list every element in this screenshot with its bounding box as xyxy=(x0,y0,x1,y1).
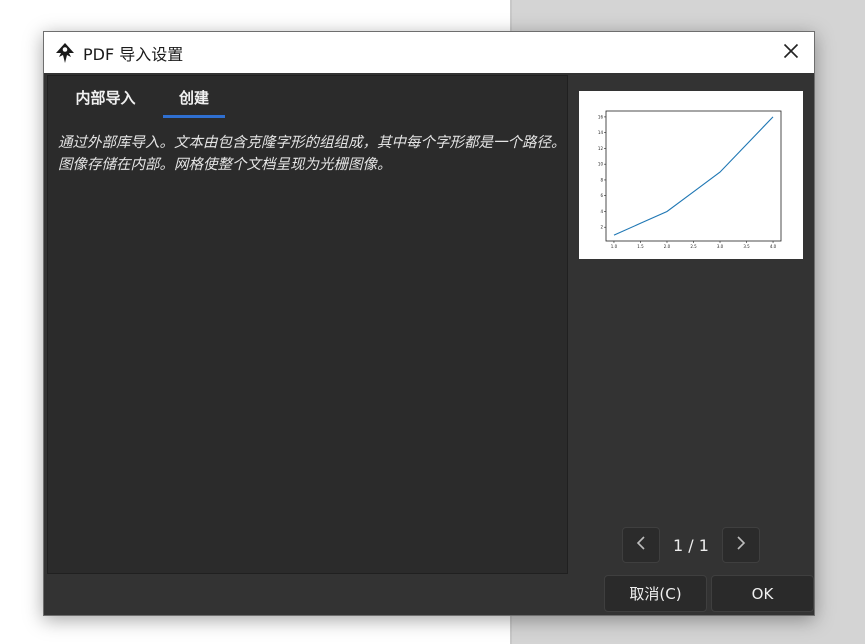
tab-bar: 内部导入 创建 xyxy=(48,76,567,118)
y-tick-label: 10 xyxy=(598,162,604,167)
chevron-right-icon xyxy=(735,535,747,555)
y-tick-label: 4 xyxy=(600,209,603,214)
import-options-panel: 内部导入 创建 通过外部库导入。文本由包含克隆字形的组组成，其中每个字形都是一个… xyxy=(47,75,568,574)
tab-label: 内部导入 xyxy=(75,88,136,107)
tab-internal-import[interactable]: 内部导入 xyxy=(48,76,163,118)
tab-label: 创建 xyxy=(178,88,209,107)
y-tick-label: 6 xyxy=(600,193,603,198)
x-tick-label: 3.5 xyxy=(743,244,750,249)
inkscape-icon xyxy=(54,42,76,64)
x-tick-label: 2.5 xyxy=(690,244,697,249)
close-icon xyxy=(783,43,799,63)
preview-chart: 1.0 1.5 2.0 2.5 3.0 3.5 4.0 2 4 6 8 10 12 14 16 xyxy=(598,110,782,249)
pdf-import-dialog: PDF 导入设置 内部导入 创建 通过外部库导入。文本由包含克隆字形的组组成，其… xyxy=(43,31,815,616)
cancel-button[interactable]: 取消(C) xyxy=(604,575,707,612)
previous-page-button[interactable] xyxy=(622,527,660,563)
x-tick-label: 1.0 xyxy=(611,244,618,249)
y-tick-label: 2 xyxy=(600,225,603,230)
import-description: 通过外部库导入。文本由包含克隆字形的组组成，其中每个字形都是一个路径。图像存储在… xyxy=(58,135,566,173)
page-preview: 1.0 1.5 2.0 2.5 3.0 3.5 4.0 2 4 6 8 10 12 14 16 xyxy=(579,91,803,259)
y-tick-label: 12 xyxy=(598,146,604,151)
y-tick-label: 8 xyxy=(600,177,603,182)
x-tick-label: 1.5 xyxy=(637,244,644,249)
ok-button[interactable]: OK xyxy=(711,575,814,612)
y-tick-label: 14 xyxy=(598,130,604,135)
y-tick-label: 16 xyxy=(598,114,604,119)
close-button[interactable] xyxy=(768,32,814,73)
title-bar: PDF 导入设置 xyxy=(44,32,814,73)
next-page-button[interactable] xyxy=(722,527,760,563)
x-tick-label: 4.0 xyxy=(770,244,777,249)
plot-frame xyxy=(605,110,782,242)
page-navigator: 1 / 1 xyxy=(622,526,760,564)
dialog-title: PDF 导入设置 xyxy=(83,44,184,64)
x-tick-label: 2.0 xyxy=(664,244,671,249)
chevron-left-icon xyxy=(635,535,647,555)
x-tick-label: 3.0 xyxy=(717,244,724,249)
page-indicator: 1 / 1 xyxy=(673,535,709,555)
tab-create[interactable]: 创建 xyxy=(163,76,225,118)
